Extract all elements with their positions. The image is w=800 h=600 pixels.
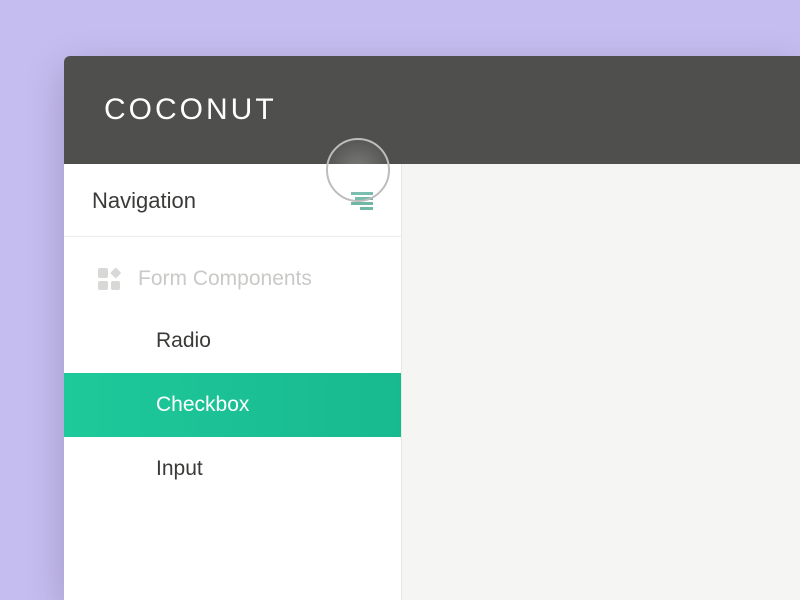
sidebar-header: Navigation [64,164,401,237]
sidebar-item-label: Input [156,457,203,480]
sidebar-section-label: Form Components [138,267,312,291]
sidebar-item-checkbox[interactable]: Checkbox [64,373,401,437]
app-header: COCONUT [64,56,800,164]
sidebar-item-label: Radio [156,329,211,352]
sidebar-item-label: Checkbox [156,393,249,416]
sidebar: Navigation Form Components Radio [64,164,402,600]
app-window: COCONUT Navigation Form Comp [64,56,800,600]
collapse-sidebar-icon[interactable] [351,192,373,210]
grid-icon [98,268,120,290]
app-title: COCONUT [104,93,277,127]
app-body: Navigation Form Components Radio [64,164,800,600]
sidebar-item-input[interactable]: Input [64,437,401,501]
sidebar-item-radio[interactable]: Radio [64,309,401,373]
sidebar-section-form-components[interactable]: Form Components [64,237,401,309]
sidebar-title: Navigation [92,188,196,214]
content-area [402,164,800,600]
